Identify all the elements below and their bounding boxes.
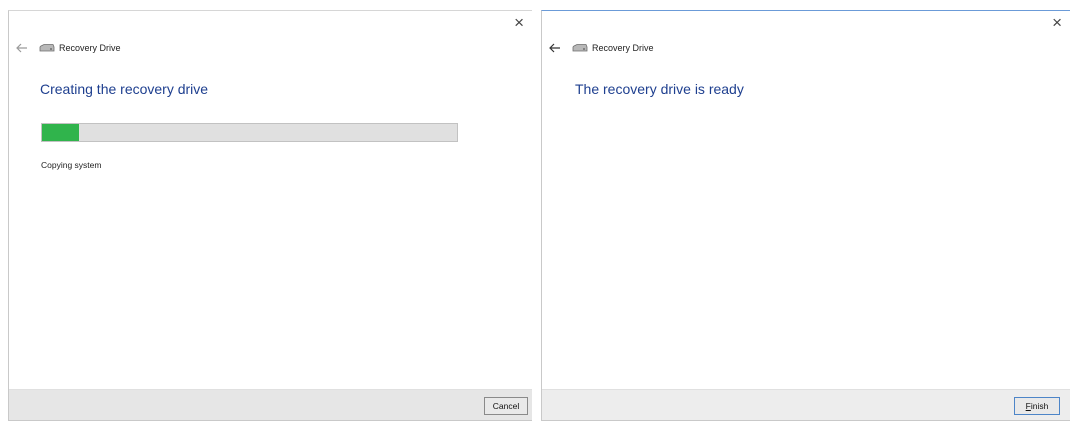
wizard-nav-row: Recovery Drive [546, 41, 654, 55]
back-arrow-icon[interactable] [13, 42, 31, 54]
finish-button[interactable]: Finish [1014, 397, 1060, 415]
wizard-title: Recovery Drive [59, 43, 121, 53]
wizard-nav-row: Recovery Drive [13, 41, 121, 55]
page-heading: Creating the recovery drive [40, 81, 209, 97]
wizard-footer: Cancel [9, 389, 532, 420]
recovery-drive-wizard-ready: × Recovery Drive The recovery drive is r… [541, 10, 1070, 421]
page-heading: The recovery drive is ready [575, 81, 744, 97]
close-button[interactable]: × [1052, 13, 1062, 33]
progress-bar [41, 123, 458, 142]
finish-label-rest: inish [1030, 401, 1049, 411]
wizard-footer: Finish [542, 389, 1070, 420]
wizard-title: Recovery Drive [592, 43, 654, 53]
close-icon: × [1052, 13, 1062, 32]
close-button[interactable]: × [514, 13, 524, 33]
back-arrow-icon[interactable] [546, 42, 564, 54]
recovery-drive-wizard-progress: × Recovery Drive Creating the recovery d… [8, 10, 532, 421]
progress-fill [42, 124, 80, 141]
drive-icon [572, 43, 588, 53]
status-text: Copying system [41, 160, 102, 170]
drive-icon [39, 43, 55, 53]
close-icon: × [514, 13, 524, 32]
cancel-button[interactable]: Cancel [484, 397, 528, 415]
